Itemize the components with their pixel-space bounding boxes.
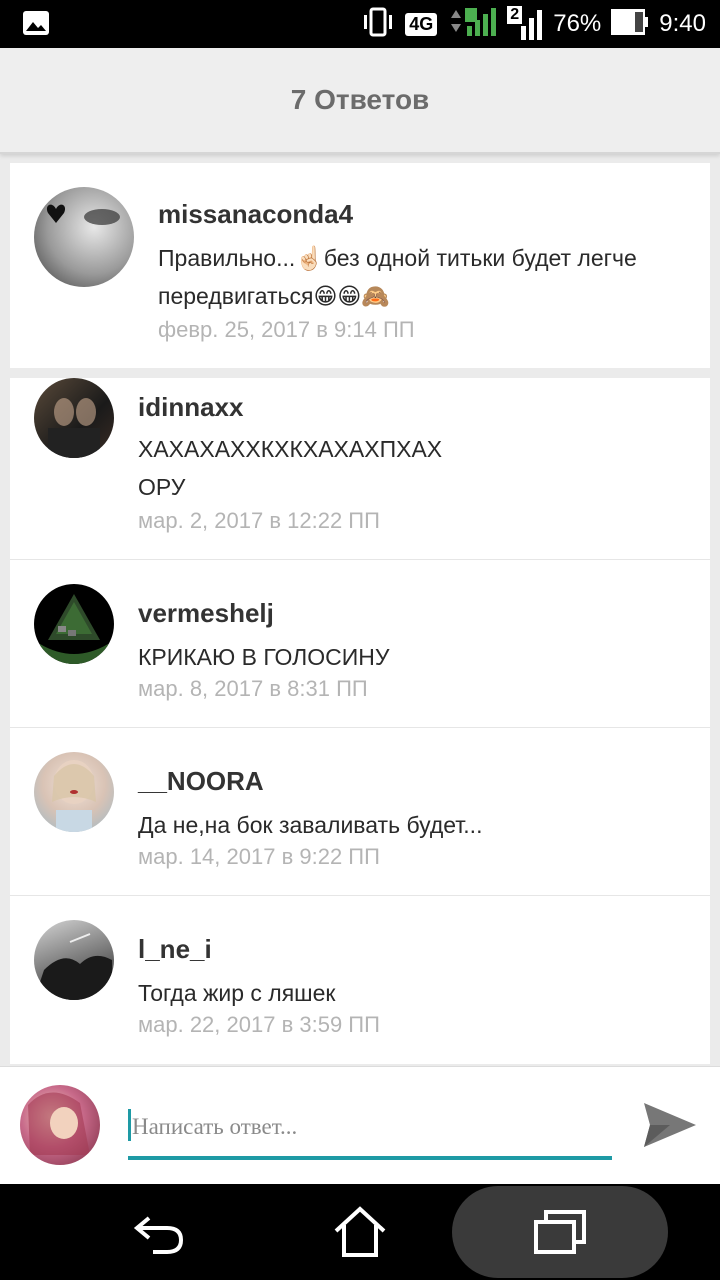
reply-text: ОРУ <box>138 474 186 500</box>
clock: 9:40 <box>659 10 706 37</box>
list-item[interactable]: idinnaxx ХАХАХАХХКХКХАХАХПХАХ ОРУ мар. 2… <box>10 378 710 559</box>
header-bar: 7 Ответов <box>0 48 720 154</box>
battery-percent: 76% <box>553 10 602 37</box>
reply-text: ХАХАХАХХКХКХАХАХПХАХ <box>138 436 443 462</box>
comment-date: февр. 25, 2017 в 9:14 ПП <box>158 317 415 342</box>
system-nav-bar <box>0 1184 720 1280</box>
comment-username[interactable]: missanaconda4 <box>158 199 353 230</box>
status-bar: 4G 2 76% 9:40 <box>0 0 720 48</box>
reply-username[interactable]: l_ne_i <box>138 934 212 965</box>
reply-text: Тогда жир с ляшек <box>138 980 336 1006</box>
current-user-avatar[interactable] <box>20 1085 100 1165</box>
send-icon[interactable] <box>640 1095 700 1155</box>
reply-text: Да не,на бок заваливать будет... <box>138 812 483 838</box>
comment-item[interactable]: missanaconda4 Правильно...☝🏻без одной ти… <box>10 163 710 368</box>
avatar[interactable] <box>34 584 114 664</box>
reply-username[interactable]: vermeshelj <box>138 598 274 629</box>
replies-list: idinnaxx ХАХАХАХХКХКХАХАХПХАХ ОРУ мар. 2… <box>10 378 710 1064</box>
list-item[interactable]: __NOORA Да не,на бок заваливать будет...… <box>10 728 710 895</box>
reply-date: мар. 8, 2017 в 8:31 ПП <box>138 676 368 701</box>
battery-icon <box>611 8 649 41</box>
reply-input[interactable] <box>128 1105 620 1149</box>
network-type: 4G <box>405 12 438 36</box>
back-icon[interactable] <box>120 1184 200 1280</box>
list-item[interactable]: l_ne_i Тогда жир с ляшек мар. 22, 2017 в… <box>10 896 710 1064</box>
signal-icon <box>447 4 497 45</box>
recents-icon[interactable] <box>520 1184 600 1280</box>
reply-username[interactable]: idinnaxx <box>138 392 243 423</box>
reply-composer <box>0 1066 720 1185</box>
comment-text: Правильно...☝🏻без одной титьки будет лег… <box>158 245 637 271</box>
original-comment-card: missanaconda4 Правильно...☝🏻без одной ти… <box>10 163 710 368</box>
reply-date: мар. 22, 2017 в 3:59 ПП <box>138 1012 380 1037</box>
avatar[interactable] <box>34 378 114 458</box>
input-underline <box>128 1156 612 1160</box>
list-item[interactable]: vermeshelj КРИКАЮ В ГОЛОСИНУ мар. 8, 201… <box>10 560 710 727</box>
signal-2-icon: 2 <box>507 6 543 42</box>
page-title: 7 Ответов <box>290 84 430 115</box>
avatar[interactable] <box>34 187 134 287</box>
reply-username[interactable]: __NOORA <box>138 766 264 797</box>
avatar[interactable] <box>34 752 114 832</box>
reply-date: мар. 14, 2017 в 9:22 ПП <box>138 844 380 869</box>
avatar[interactable] <box>34 920 114 1000</box>
reply-text: КРИКАЮ В ГОЛОСИНУ <box>138 644 390 670</box>
comment-text: передвигаться😁😁🙈 <box>158 283 391 309</box>
image-icon <box>22 10 50 41</box>
home-icon[interactable] <box>320 1184 400 1280</box>
vibrate-icon <box>361 7 395 42</box>
reply-date: мар. 2, 2017 в 12:22 ПП <box>138 508 380 533</box>
